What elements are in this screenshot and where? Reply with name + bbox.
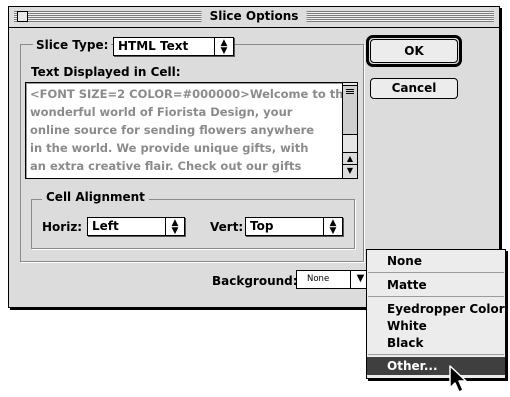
- updown-arrows-icon: ▲ ▼: [214, 38, 233, 56]
- grip-icon: [346, 89, 354, 95]
- vert-value: Top: [250, 219, 274, 233]
- cancel-button[interactable]: Cancel: [370, 78, 458, 99]
- text-displayed-label: Text Displayed in Cell:: [31, 65, 181, 79]
- title-bar[interactable]: Slice Options: [9, 7, 499, 28]
- background-label: Background:: [212, 274, 298, 288]
- menu-item-none[interactable]: None: [367, 252, 505, 270]
- cell-text-content: <FONT SIZE=2 COLOR=#000000>Welcome to th…: [30, 87, 352, 173]
- background-menu: None Matte Eyedropper Color White Black …: [366, 249, 506, 379]
- updown-arrows-icon: ▲ ▼: [323, 218, 342, 236]
- menu-item-matte[interactable]: Matte: [367, 276, 505, 294]
- dialog-title: Slice Options: [201, 9, 307, 24]
- arrow-pointer-icon: [448, 364, 470, 397]
- slice-type-popup[interactable]: HTML Text ▲ ▼: [113, 37, 234, 56]
- vert-popup[interactable]: Top ▲ ▼: [245, 217, 343, 236]
- horiz-label: Horiz:: [42, 220, 83, 234]
- ok-button[interactable]: OK: [370, 39, 458, 63]
- menu-separator: [368, 296, 504, 297]
- vert-label: Vert:: [210, 220, 244, 234]
- menu-item-white[interactable]: White: [367, 317, 505, 335]
- cell-text-area[interactable]: <FONT SIZE=2 COLOR=#000000>Welcome to th…: [25, 82, 358, 179]
- scroll-thumb[interactable]: [343, 85, 357, 135]
- menu-separator: [368, 272, 504, 273]
- slice-type-value: HTML Text: [118, 39, 189, 53]
- scroll-down-arrow-icon[interactable]: ▼: [343, 164, 357, 177]
- close-box[interactable]: [17, 11, 28, 22]
- menu-separator: [368, 354, 504, 355]
- cell-alignment-legend: Cell Alignment: [42, 190, 149, 204]
- menu-item-eyedropper-color[interactable]: Eyedropper Color: [367, 300, 505, 318]
- menu-item-other[interactable]: Other...: [367, 357, 505, 375]
- updown-arrows-icon: ▲ ▼: [165, 218, 184, 236]
- horiz-popup[interactable]: Left ▲ ▼: [87, 217, 185, 236]
- slice-type-label: Slice Type:: [33, 38, 112, 52]
- text-scrollbar[interactable]: ▲ ▼: [342, 83, 357, 178]
- horiz-value: Left: [92, 219, 119, 233]
- menu-item-black[interactable]: Black: [367, 334, 505, 352]
- background-popup[interactable]: None: [296, 270, 351, 289]
